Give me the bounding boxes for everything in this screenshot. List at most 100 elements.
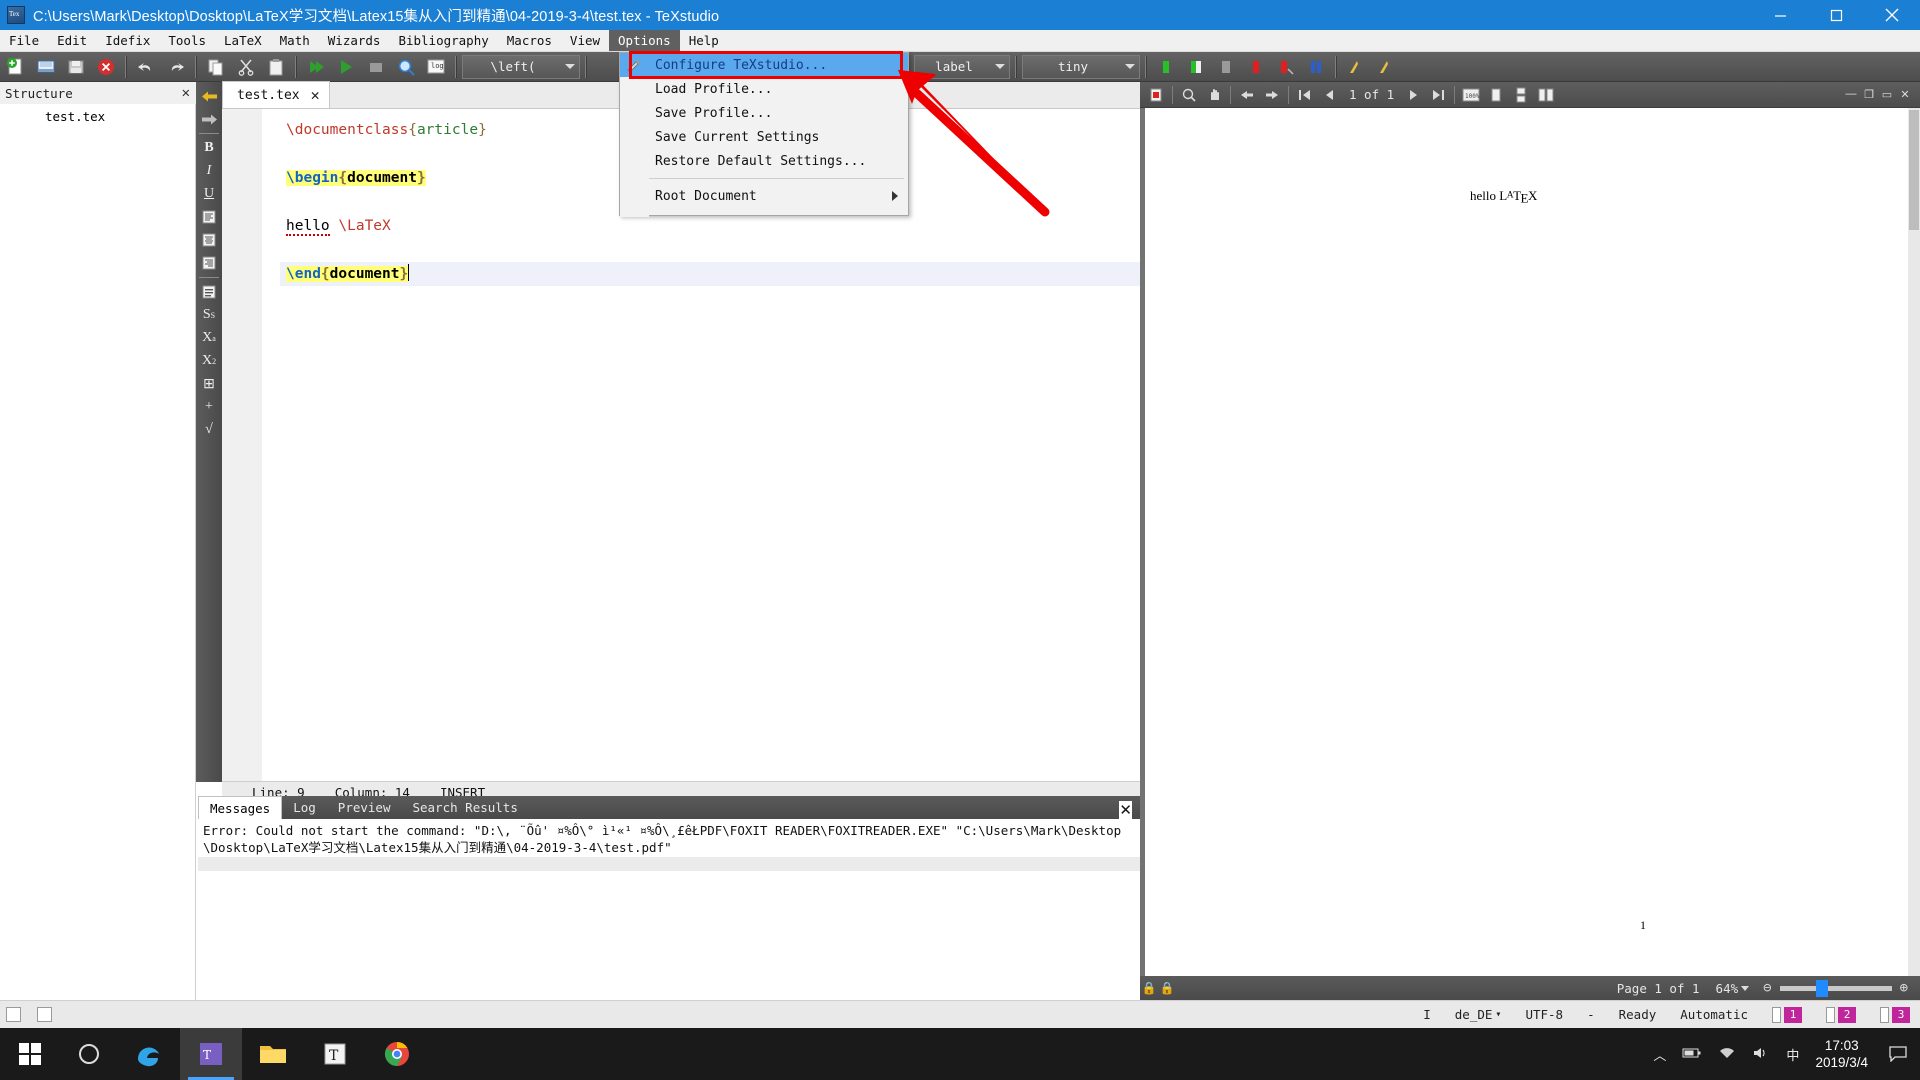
menu-math[interactable]: Math xyxy=(271,30,319,51)
pdf-minimize-icon[interactable]: — xyxy=(1844,88,1858,101)
pdf-vertical-scrollbar[interactable] xyxy=(1908,108,1920,976)
file-explorer-icon[interactable] xyxy=(242,1028,304,1080)
open-file-icon[interactable] xyxy=(32,54,60,80)
pdf-icon[interactable] xyxy=(1144,84,1168,106)
menu-item-root-document[interactable]: Root Document xyxy=(620,184,908,208)
status-chip-3[interactable]: 3 xyxy=(1880,1006,1910,1023)
texstudio-alt-icon[interactable]: T xyxy=(304,1028,366,1080)
cut-icon[interactable] xyxy=(232,54,260,80)
menu-edit[interactable]: Edit xyxy=(48,30,96,51)
previous-page-icon[interactable] xyxy=(1318,84,1342,106)
tab-messages[interactable]: Messages xyxy=(198,796,283,819)
close-icon[interactable]: ✕ xyxy=(182,85,190,101)
zoom-track[interactable] xyxy=(1779,979,1892,997)
two-page-icon[interactable] xyxy=(1534,84,1558,106)
pdf-close-icon[interactable]: ✕ xyxy=(1898,88,1912,101)
cortana-circle-icon[interactable] xyxy=(60,1044,118,1064)
close-icon[interactable]: ✕ xyxy=(1119,801,1132,819)
taskbar-clock[interactable]: 17:03 2019/3/4 xyxy=(1815,1037,1868,1071)
table-icon[interactable]: ⊞ xyxy=(197,373,221,395)
align-right-icon[interactable] xyxy=(197,252,221,274)
minus-icon[interactable]: ⊖ xyxy=(1763,980,1771,996)
magnify-icon[interactable] xyxy=(1177,84,1201,106)
menu-view[interactable]: View xyxy=(561,30,609,51)
battery-icon[interactable] xyxy=(1682,1047,1702,1062)
action-center-icon[interactable] xyxy=(1884,1046,1912,1062)
superscript-icon[interactable]: Xa xyxy=(197,327,221,349)
lock-alt-icon[interactable]: 🔒 xyxy=(1158,981,1176,995)
back-arrow-icon[interactable] xyxy=(197,85,221,107)
network-icon[interactable] xyxy=(1718,1046,1736,1063)
editor-fold-column[interactable] xyxy=(262,109,315,781)
italic-icon[interactable]: I xyxy=(197,160,221,182)
copy-icon[interactable] xyxy=(202,54,230,80)
stop-icon[interactable] xyxy=(362,54,390,80)
menu-tools[interactable]: Tools xyxy=(159,30,215,51)
undo-icon[interactable] xyxy=(132,54,160,80)
paste-icon[interactable] xyxy=(262,54,290,80)
menu-file[interactable]: File xyxy=(0,30,48,51)
save-file-icon[interactable] xyxy=(62,54,90,80)
scroll-left-icon[interactable] xyxy=(1235,84,1259,106)
bookmark-yellow-icon[interactable] xyxy=(1342,54,1370,80)
align-left-icon[interactable] xyxy=(197,206,221,228)
status-encoding[interactable]: UTF-8 xyxy=(1525,1007,1563,1022)
chevron-down-icon[interactable] xyxy=(1741,985,1750,991)
menu-latex[interactable]: LaTeX xyxy=(215,30,271,51)
status-language[interactable]: de_DE ▾ xyxy=(1455,1007,1502,1022)
bookmark-yellow-alt-icon[interactable] xyxy=(1372,54,1400,80)
volume-icon[interactable] xyxy=(1752,1046,1770,1063)
tab-log[interactable]: Log xyxy=(282,796,327,819)
list-icon[interactable] xyxy=(197,281,221,303)
red-marker-icon[interactable] xyxy=(1272,54,1300,80)
grey-block-icon[interactable] xyxy=(1212,54,1240,80)
panel-toggle-bottom-icon[interactable] xyxy=(37,1007,52,1022)
status-chip-2[interactable]: 2 xyxy=(1826,1006,1856,1023)
menu-bibliography[interactable]: Bibliography xyxy=(389,30,497,51)
redo-icon[interactable] xyxy=(162,54,190,80)
single-page-icon[interactable] xyxy=(1484,84,1508,106)
highlight-green-icon[interactable] xyxy=(1152,54,1180,80)
show-hidden-icons[interactable]: ︿ xyxy=(1653,1045,1666,1064)
pdf-viewport[interactable]: hello LATEX 1 xyxy=(1140,108,1920,976)
zoom-thumb[interactable] xyxy=(1815,979,1828,997)
highlight-red-icon[interactable] xyxy=(1242,54,1270,80)
section-icon[interactable]: SS xyxy=(197,304,221,326)
menu-item-load-profile[interactable]: Load Profile... xyxy=(620,77,908,101)
windows-logo-icon[interactable] xyxy=(0,1028,60,1080)
blue-marker-icon[interactable] xyxy=(1302,54,1330,80)
chrome-icon[interactable] xyxy=(366,1028,428,1080)
menu-item-save-current-settings[interactable]: Save Current Settings xyxy=(620,125,908,149)
status-chip-1[interactable]: 1 xyxy=(1772,1006,1802,1023)
menu-options[interactable]: Options xyxy=(609,30,680,51)
scrollbar-thumb[interactable] xyxy=(1909,110,1919,230)
underline-icon[interactable]: U xyxy=(197,183,221,205)
build-run-icon[interactable] xyxy=(302,54,330,80)
menu-macros[interactable]: Macros xyxy=(498,30,561,51)
search-icon[interactable] xyxy=(392,54,420,80)
menu-wizards[interactable]: Wizards xyxy=(319,30,390,51)
scroll-right-icon[interactable] xyxy=(1260,84,1284,106)
panel-toggle-left-icon[interactable] xyxy=(6,1007,21,1022)
close-icon[interactable] xyxy=(1864,0,1920,30)
bold-icon[interactable]: B xyxy=(197,137,221,159)
left-delimiter-combo[interactable]: \left( xyxy=(462,54,580,79)
hand-tool-icon[interactable] xyxy=(1202,84,1226,106)
zoom-fit-icon[interactable]: 100% xyxy=(1459,84,1483,106)
insert-plus-icon[interactable]: + xyxy=(197,396,221,418)
log-icon[interactable]: log xyxy=(422,54,450,80)
minimize-icon[interactable] xyxy=(1752,0,1808,30)
texstudio-icon[interactable]: T xyxy=(180,1028,242,1080)
last-page-icon[interactable] xyxy=(1426,84,1450,106)
menu-item-save-profile[interactable]: Save Profile... xyxy=(620,101,908,125)
close-file-icon[interactable] xyxy=(92,54,120,80)
sqrt-icon[interactable]: √ xyxy=(197,419,221,441)
pdf-zoom-slider[interactable]: ⊖ ⊕ xyxy=(1763,979,1908,997)
pdf-maximize-icon[interactable]: ▭ xyxy=(1880,88,1894,101)
align-center-icon[interactable] xyxy=(197,229,221,251)
menu-item-restore-default-settings[interactable]: Restore Default Settings... xyxy=(620,149,908,173)
menu-help[interactable]: Help xyxy=(680,30,728,51)
pdf-restore-icon[interactable]: ❐ xyxy=(1862,88,1876,101)
menu-idefix[interactable]: Idefix xyxy=(96,30,159,51)
structure-green-icon[interactable] xyxy=(1182,54,1210,80)
